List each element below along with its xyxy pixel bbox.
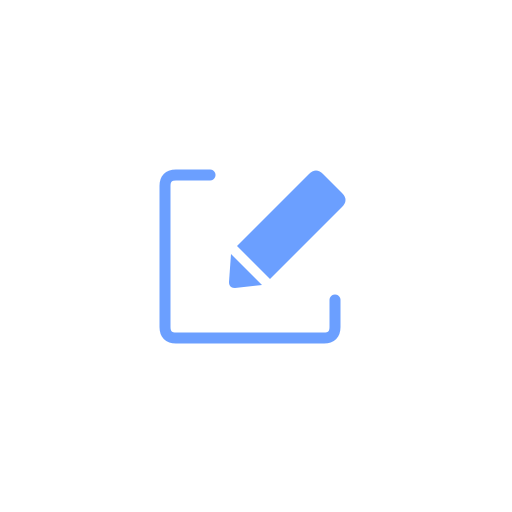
pencil-body: [237, 170, 346, 279]
icon-canvas: [0, 0, 512, 512]
edit-icon[interactable]: [0, 0, 512, 512]
